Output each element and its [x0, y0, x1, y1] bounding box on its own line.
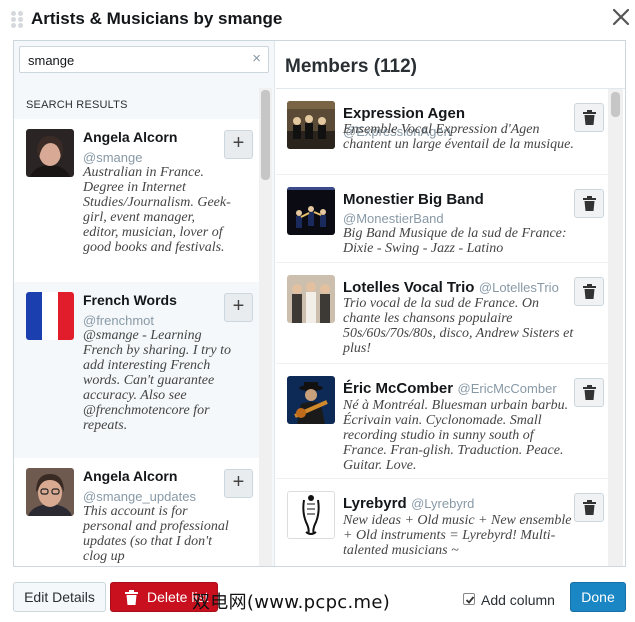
list-editor-frame: × SEARCH RESULTS Angela Alcorn @smange A…: [13, 40, 626, 567]
add-member-button[interactable]: +: [224, 293, 253, 322]
member-handle: @LotellesTrio: [478, 280, 559, 295]
result-bio: Australian in France. Degree in Internet…: [83, 165, 231, 255]
avatar: [26, 292, 74, 340]
avatar: [287, 275, 335, 323]
edit-details-button[interactable]: Edit Details: [13, 582, 106, 612]
member-name: Expression Agen: [343, 105, 465, 122]
member-handle: @MonestierBand: [343, 211, 444, 226]
member-item: Éric McComber @EricMcComber Né à Montréa…: [276, 364, 608, 479]
result-bio: This account is for personal and profess…: [83, 504, 229, 564]
search-results-list: Angela Alcorn @smange Australian in Fran…: [14, 119, 259, 566]
search-input[interactable]: [28, 51, 238, 69]
member-name: Éric McComber: [343, 380, 454, 397]
member-handle: @EricMcComber: [457, 381, 557, 396]
result-bio: @smange - Learning French by sharing. I …: [83, 328, 232, 433]
remove-member-button[interactable]: [574, 493, 604, 522]
avatar: [26, 468, 74, 516]
search-results-label: SEARCH RESULTS: [26, 99, 128, 111]
checkmark-icon: [465, 596, 475, 604]
member-bio: New ideas + Old music + New ensemble + O…: [343, 513, 572, 558]
remove-member-button[interactable]: [574, 277, 604, 306]
members-title: Members (112): [285, 56, 418, 77]
avatar: [287, 101, 335, 149]
result-name: Angela Alcorn: [83, 468, 178, 484]
dialog-titlebar: Artists & Musicians by smange: [0, 0, 635, 40]
trash-icon: [583, 284, 596, 299]
member-item: Lotelles Vocal Trio @LotellesTrio Trio v…: [276, 263, 608, 364]
members-scrollbar[interactable]: [608, 89, 623, 566]
remove-member-button[interactable]: [574, 378, 604, 407]
result-name: Angela Alcorn: [83, 129, 178, 145]
close-icon[interactable]: [610, 6, 632, 28]
clear-search-icon[interactable]: ×: [252, 51, 261, 67]
member-name: Monestier Big Band: [343, 191, 484, 208]
result-handle: @smange: [83, 150, 143, 165]
add-member-button[interactable]: +: [224, 130, 253, 159]
member-header: Lotelles Vocal Trio @LotellesTrio: [343, 279, 575, 297]
avatar: [287, 376, 335, 424]
watermark: 双电网(www.pcpc.me): [192, 592, 391, 613]
trash-icon: [125, 590, 138, 605]
trash-icon: [583, 196, 596, 211]
done-button[interactable]: Done: [570, 582, 626, 612]
remove-member-button[interactable]: [574, 103, 604, 132]
search-box: ×: [19, 46, 269, 73]
member-header: Lyrebyrd @Lyrebyrd: [343, 495, 575, 513]
member-bio: Ensemble Vocal Expression d'Agen chanten…: [343, 122, 574, 152]
member-bio: Big Band Musique de la sud de France: Di…: [343, 226, 567, 256]
result-name: French Words: [83, 292, 177, 308]
members-list: Expression Agen @ExpressionAgen Ensemble…: [276, 89, 608, 566]
trash-icon: [583, 500, 596, 515]
search-result-item: French Words @frenchmot @smange - Learni…: [14, 282, 259, 458]
remove-member-button[interactable]: [574, 189, 604, 218]
member-header: Monestier Big Band: [343, 191, 575, 209]
avatar: [287, 491, 335, 539]
results-scrollbar-thumb[interactable]: [261, 90, 270, 180]
member-item: Monestier Big Band @MonestierBand Big Ba…: [276, 175, 608, 263]
result-handle: @frenchmot: [83, 313, 154, 328]
member-name: Lyrebyrd: [343, 495, 407, 512]
avatar: [287, 187, 335, 235]
search-result-item: Angela Alcorn @smange_updates This accou…: [14, 458, 259, 566]
member-item: Expression Agen @ExpressionAgen Ensemble…: [276, 89, 608, 175]
trash-icon: [583, 385, 596, 400]
avatar: [26, 129, 74, 177]
member-handle: @Lyrebyrd: [411, 496, 475, 511]
search-panel: × SEARCH RESULTS Angela Alcorn @smange A…: [14, 41, 275, 566]
add-member-button[interactable]: +: [224, 469, 253, 498]
results-scrollbar[interactable]: [259, 88, 272, 566]
add-column-checkbox[interactable]: [463, 593, 475, 605]
member-name: Lotelles Vocal Trio: [343, 279, 475, 296]
member-bio: Trio vocal de la sud de France. On chant…: [343, 296, 574, 356]
trash-icon: [583, 110, 596, 125]
member-item: Lyrebyrd @Lyrebyrd New ideas + Old music…: [276, 479, 608, 566]
result-handle: @smange_updates: [83, 489, 196, 504]
member-header: Éric McComber @EricMcComber: [343, 380, 575, 398]
search-result-item: Angela Alcorn @smange Australian in Fran…: [14, 119, 259, 282]
member-bio: Né à Montréal. Bluesman urbain barbu. Éc…: [343, 398, 569, 473]
drag-handle-icon[interactable]: [11, 11, 25, 29]
dialog-title: Artists & Musicians by smange: [31, 9, 283, 28]
members-panel: Members (112) Expression Agen @Expressio…: [276, 41, 625, 566]
add-column-label[interactable]: Add column: [481, 592, 555, 608]
members-scrollbar-thumb[interactable]: [611, 92, 620, 117]
